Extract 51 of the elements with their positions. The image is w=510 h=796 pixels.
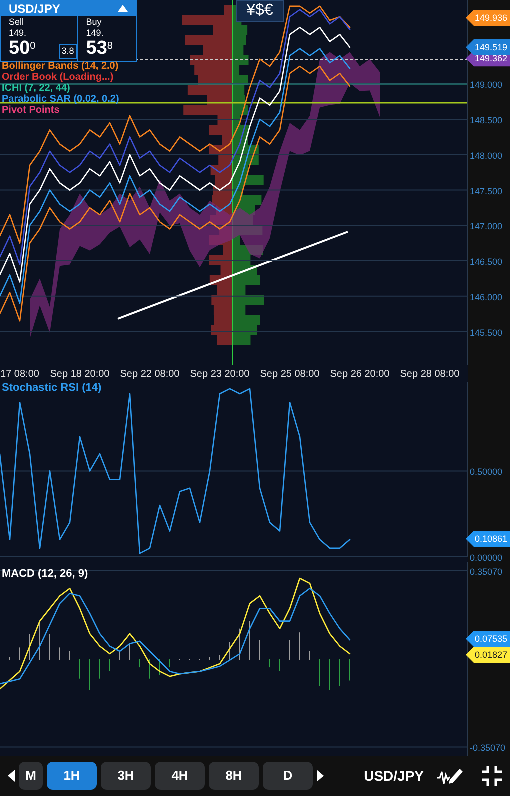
quote-button[interactable]: Buy 149. 53$^{8}$ (77, 16, 136, 61)
scroll-right-icon[interactable] (317, 770, 324, 782)
axis-label: 148.500 (470, 116, 503, 126)
indicator-title: Stochastic RSI (14) (2, 382, 102, 394)
axis-label: Sep 18 20:00 (50, 369, 110, 380)
legend-item: Parabolic SAR (0.02, 0.2) (2, 94, 120, 105)
quote-button[interactable]: Sell 149. 50$^{0}$ (1, 16, 59, 61)
quote-price: 149. (86, 28, 105, 39)
axis-label: 17 08:00 (0, 369, 40, 380)
legend-item: ICHI (7, 22, 44) (2, 83, 72, 94)
axis-label: 0.00000 (470, 553, 503, 562)
legend-item: Order Book (Loading...) (2, 72, 115, 83)
axis-label: 147.000 (470, 222, 503, 232)
chart-pencil-icon[interactable] (436, 766, 464, 786)
price-tag: 0.07535 (466, 631, 510, 647)
currency-button[interactable]: ¥$€ (236, 0, 284, 22)
legend-item: Bollinger Bands (14, 2.0) (2, 61, 120, 72)
axis-label: Sep 26 20:00 (330, 369, 390, 380)
timeframe-tab[interactable]: D (263, 762, 313, 790)
quote-price: 149. (9, 28, 28, 39)
quote-pips: 50$^{0}$ (9, 39, 37, 59)
axis-label: 145.500 (470, 328, 503, 338)
quote-label: Sell (9, 17, 26, 28)
axis-label: Sep 28 08:00 (400, 369, 460, 380)
collapse-icon[interactable] (482, 766, 502, 786)
axis-label: -0.35070 (470, 743, 506, 754)
axis-label: Sep 23 20:00 (190, 369, 250, 380)
timeframe-tab[interactable]: 8H (209, 762, 259, 790)
quote-pips: 53$^{8}$ (86, 39, 114, 59)
price-tag: 0.10861 (466, 531, 510, 547)
axis-label: 147.500 (470, 186, 503, 196)
axis-label: Sep 22 08:00 (120, 369, 180, 380)
axis-label: 146.500 (470, 257, 503, 268)
symbol-title: USD/JPY (9, 0, 60, 18)
axis-label: 146.000 (470, 292, 503, 302)
axis-label: 0.35070 (470, 566, 503, 577)
axis-label: Sep 25 08:00 (260, 369, 320, 380)
timeframe-tab[interactable]: 4H (155, 762, 205, 790)
legend-item: Pivot Points (2, 105, 61, 116)
timeframe-tab[interactable]: 1H (47, 762, 97, 790)
indicator-title: MACD (12, 26, 9) (2, 568, 88, 580)
axis-label: 148.000 (470, 150, 503, 161)
timeframe-tab[interactable]: M (19, 762, 43, 790)
spread-value: 3.8 (58, 44, 78, 59)
axis-label: 149.000 (470, 80, 503, 90)
axis-label: 0.50000 (470, 467, 503, 478)
scroll-left-icon[interactable] (8, 770, 15, 782)
timeframe-tab[interactable]: 3H (101, 762, 151, 790)
symbol-button[interactable]: USD/JPY (356, 766, 432, 786)
quote-label: Buy (86, 17, 103, 28)
price-tag: 0.01827 (466, 647, 510, 663)
